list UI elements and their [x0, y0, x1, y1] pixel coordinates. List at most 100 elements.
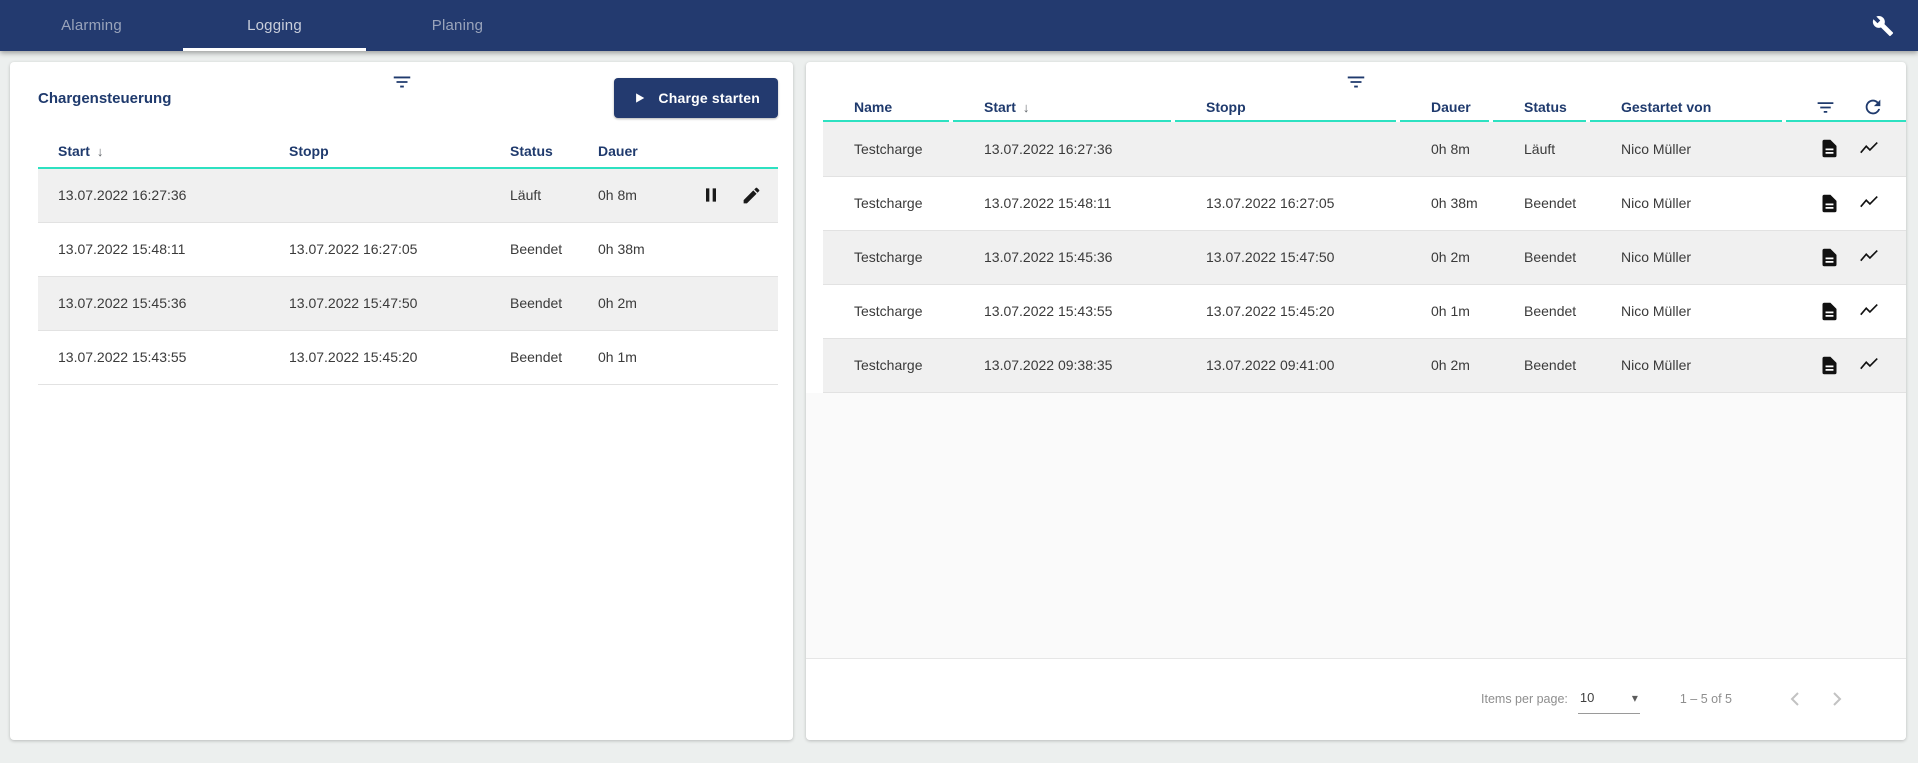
pause-button[interactable]: [701, 185, 721, 205]
cell-dauer: 0h 2m: [578, 276, 659, 330]
filter-button[interactable]: [1345, 71, 1367, 93]
sort-desc-icon: ↓: [1023, 100, 1030, 115]
cell-status: Beendet: [1493, 284, 1590, 338]
column-header-name[interactable]: Name: [823, 92, 953, 122]
settings-wrench-button[interactable]: [1848, 0, 1918, 51]
cell-dauer: 0h 8m: [578, 168, 659, 222]
cell-dauer: 0h 38m: [1400, 176, 1493, 230]
cell-status: Beendet: [1493, 176, 1590, 230]
cell-status: Läuft: [1493, 122, 1590, 176]
cell-dauer: 0h 1m: [1400, 284, 1493, 338]
cell-stopp: 13.07.2022 15:45:20: [269, 330, 490, 384]
cell-name: Testcharge: [823, 176, 953, 230]
cell-actions: [659, 330, 778, 384]
cell-actions: [659, 222, 778, 276]
cell-actions: [1786, 230, 1906, 284]
tab-logging[interactable]: Logging: [183, 0, 366, 51]
cell-status: Beendet: [1493, 338, 1590, 392]
report-button[interactable]: [1819, 355, 1840, 376]
edit-button[interactable]: [741, 185, 762, 206]
cell-stopp: 13.07.2022 15:47:50: [1175, 230, 1400, 284]
column-header-label: Name: [854, 99, 892, 115]
cell-dauer: 0h 2m: [1400, 230, 1493, 284]
column-header-label: Stopp: [1206, 99, 1246, 115]
table-row: Testcharge 13.07.2022 15:45:36 13.07.202…: [823, 230, 1906, 284]
charge-control-table: Start↓ Stopp Status Dauer 13.07.2022 16:…: [38, 134, 778, 385]
trend-button[interactable]: [1858, 300, 1880, 322]
trend-button[interactable]: [1858, 192, 1880, 214]
cell-gestartet-von: Nico Müller: [1590, 122, 1786, 176]
column-header-stopp[interactable]: Stopp: [269, 134, 490, 168]
trend-button[interactable]: [1858, 354, 1880, 376]
trend-line-icon: [1858, 192, 1880, 214]
chevron-right-icon: [1825, 687, 1849, 711]
cell-stopp: [1175, 122, 1400, 176]
trend-line-icon: [1858, 138, 1880, 160]
top-navigation-bar: Alarming Logging Planing: [0, 0, 1918, 51]
cell-gestartet-von: Nico Müller: [1590, 176, 1786, 230]
filter-list-icon: [391, 71, 413, 93]
report-button[interactable]: [1819, 301, 1840, 322]
trend-line-icon: [1858, 300, 1880, 322]
trend-button[interactable]: [1858, 246, 1880, 268]
sort-desc-icon: ↓: [97, 144, 104, 159]
trend-button[interactable]: [1858, 138, 1880, 160]
cell-name: Testcharge: [823, 122, 953, 176]
cell-stopp: 13.07.2022 09:41:00: [1175, 338, 1400, 392]
charge-log-table: Name Start↓ Stopp Dauer Status Gestartet…: [823, 92, 1906, 393]
column-header-status[interactable]: Status: [490, 134, 578, 168]
cell-dauer: 0h 2m: [1400, 338, 1493, 392]
report-button[interactable]: [1819, 247, 1840, 268]
report-button[interactable]: [1819, 138, 1840, 159]
column-header-status[interactable]: Status: [1493, 92, 1590, 122]
play-icon: [632, 91, 646, 105]
chevron-left-icon: [1783, 687, 1807, 711]
items-per-page-label: Items per page:: [1481, 692, 1568, 706]
cell-gestartet-von: Nico Müller: [1590, 338, 1786, 392]
table-row: Testcharge 13.07.2022 15:48:11 13.07.202…: [823, 176, 1906, 230]
filter-button[interactable]: [1815, 97, 1836, 118]
column-header-stopp[interactable]: Stopp: [1175, 92, 1400, 122]
next-page-button[interactable]: [1816, 679, 1858, 719]
document-icon: [1819, 138, 1840, 159]
tab-label: Planing: [432, 17, 483, 34]
cell-dauer: 0h 8m: [1400, 122, 1493, 176]
cell-start: 13.07.2022 15:48:11: [38, 222, 269, 276]
column-header-dauer[interactable]: Dauer: [1400, 92, 1493, 122]
cell-actions: [1786, 176, 1906, 230]
report-button[interactable]: [1819, 193, 1840, 214]
tab-alarming[interactable]: Alarming: [0, 0, 183, 51]
pause-icon: [701, 185, 721, 205]
document-icon: [1819, 247, 1840, 268]
cell-start: 13.07.2022 15:43:55: [953, 284, 1175, 338]
table-empty-space: [806, 393, 1906, 659]
cell-dauer: 0h 38m: [578, 222, 659, 276]
tab-planing[interactable]: Planing: [366, 0, 549, 51]
cell-status: Läuft: [490, 168, 578, 222]
column-header-gestartet-von[interactable]: Gestartet von: [1590, 92, 1786, 122]
cell-stopp: [269, 168, 490, 222]
cell-actions: [1786, 284, 1906, 338]
column-header-actions: [659, 134, 778, 168]
charge-starten-label: Charge starten: [658, 90, 760, 106]
column-header-start[interactable]: Start↓: [38, 134, 269, 168]
column-header-dauer[interactable]: Dauer: [578, 134, 659, 168]
chargensteuerung-panel: Chargensteuerung Charge starten Start↓: [10, 62, 793, 740]
cell-actions: [659, 168, 778, 222]
document-icon: [1819, 301, 1840, 322]
cell-start: 13.07.2022 16:27:36: [953, 122, 1175, 176]
previous-page-button[interactable]: [1774, 679, 1816, 719]
cell-actions: [1786, 122, 1906, 176]
cell-start: 13.07.2022 16:27:36: [38, 168, 269, 222]
items-per-page-select[interactable]: 10 ▾: [1578, 690, 1640, 714]
cell-status: Beendet: [490, 276, 578, 330]
paginator: Items per page: 10 ▾ 1 – 5 of 5: [806, 659, 1906, 740]
refresh-button[interactable]: [1862, 96, 1884, 118]
column-header-label: Stopp: [289, 143, 329, 159]
charge-starten-button[interactable]: Charge starten: [614, 78, 778, 118]
page-range-label: 1 – 5 of 5: [1680, 692, 1732, 706]
filter-button[interactable]: [391, 71, 413, 93]
column-header-start[interactable]: Start↓: [953, 92, 1175, 122]
panel-title: Chargensteuerung: [38, 90, 171, 107]
cell-status: Beendet: [490, 330, 578, 384]
